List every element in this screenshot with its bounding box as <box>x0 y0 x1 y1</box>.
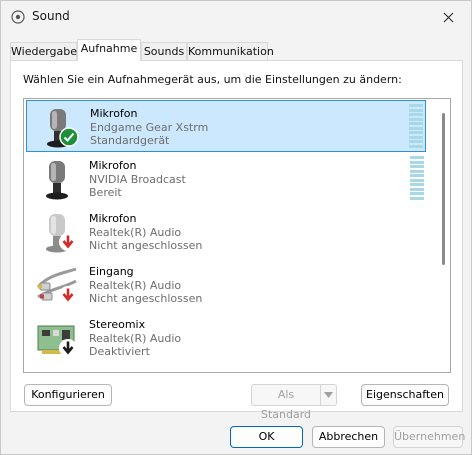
device-description: Realtek(R) Audio <box>89 332 182 345</box>
device-item-partial[interactable] <box>26 365 426 373</box>
device-status: Nicht angeschlossen <box>89 239 203 252</box>
properties-button[interactable]: Eigenschaften <box>361 384 449 406</box>
device-description: NVIDIA Broadcast <box>89 173 186 186</box>
device-description: Realtek(R) Audio <box>89 279 182 292</box>
tab-sounds[interactable]: Sounds <box>141 42 187 61</box>
set-default-split-button[interactable]: Als Standard <box>251 384 337 421</box>
device-item-eingang[interactable]: Eingang Realtek(R) Audio Nicht angeschlo… <box>26 259 426 311</box>
set-default-button[interactable]: Als Standard <box>252 385 320 421</box>
set-default-dropdown[interactable] <box>320 385 336 405</box>
apply-button[interactable]: Übernehmen <box>393 426 465 448</box>
device-name: Stereomix <box>89 318 146 331</box>
configure-button[interactable]: Konfigurieren <box>24 384 112 406</box>
device-item-mikrofon-endgame[interactable]: Mikrofon Endgame Gear Xstrm Standardgerä… <box>26 100 426 152</box>
device-name: Eingang <box>89 265 134 278</box>
device-name: Mikrofon <box>90 107 138 120</box>
device-item-stereomix[interactable]: Stereomix Realtek(R) Audio Deaktiviert <box>26 312 426 364</box>
speaker-icon <box>11 10 25 24</box>
tab-aufnahme[interactable]: Aufnahme <box>77 39 141 61</box>
close-button[interactable] <box>425 1 471 33</box>
close-icon <box>443 12 453 22</box>
device-icon <box>36 371 78 373</box>
sound-dialog: Sound Wiedergabe Aufnahme Sounds Kommuni… <box>0 0 472 455</box>
device-status: Bereit <box>89 186 122 199</box>
ok-button[interactable]: OK <box>230 426 303 448</box>
chevron-down-icon <box>324 392 333 398</box>
default-check-icon <box>59 127 79 147</box>
tab-kommunikation[interactable]: Kommunikation <box>187 42 274 61</box>
device-description: Endgame Gear Xstrm <box>90 121 209 134</box>
instruction-text: Wählen Sie ein Aufnahmegerät aus, um die… <box>23 73 402 86</box>
unplugged-icon <box>59 286 77 304</box>
window-title: Sound <box>32 9 70 23</box>
device-description: Realtek(R) Audio <box>89 226 182 239</box>
device-name: Mikrofon <box>89 212 137 225</box>
recording-device-list[interactable]: Mikrofon Endgame Gear Xstrm Standardgerä… <box>23 98 451 373</box>
cancel-button[interactable]: Abbrechen <box>312 426 385 448</box>
device-item-mikrofon-nvidia[interactable]: Mikrofon NVIDIA Broadcast Bereit <box>26 153 426 205</box>
scrollbar-thumb[interactable] <box>442 113 445 265</box>
device-list-scrollbar[interactable] <box>438 99 450 372</box>
device-status: Deaktiviert <box>89 345 150 358</box>
disabled-icon <box>59 339 77 357</box>
tab-wiedergabe[interactable]: Wiedergabe <box>10 42 77 61</box>
device-name: Mikrofon <box>89 159 137 172</box>
microphone-icon <box>46 161 68 200</box>
device-item-mikrofon-realtek[interactable]: Mikrofon Realtek(R) Audio Nicht angeschl… <box>26 206 426 258</box>
device-status: Nicht angeschlossen <box>89 292 203 305</box>
unplugged-icon <box>59 233 77 251</box>
device-status: Standardgerät <box>90 134 170 147</box>
title-bar[interactable]: Sound <box>1 1 471 33</box>
level-meter <box>409 104 423 148</box>
recording-tab-panel: Wählen Sie ein Aufnahmegerät aus, um die… <box>10 60 463 421</box>
level-meter <box>410 156 424 200</box>
